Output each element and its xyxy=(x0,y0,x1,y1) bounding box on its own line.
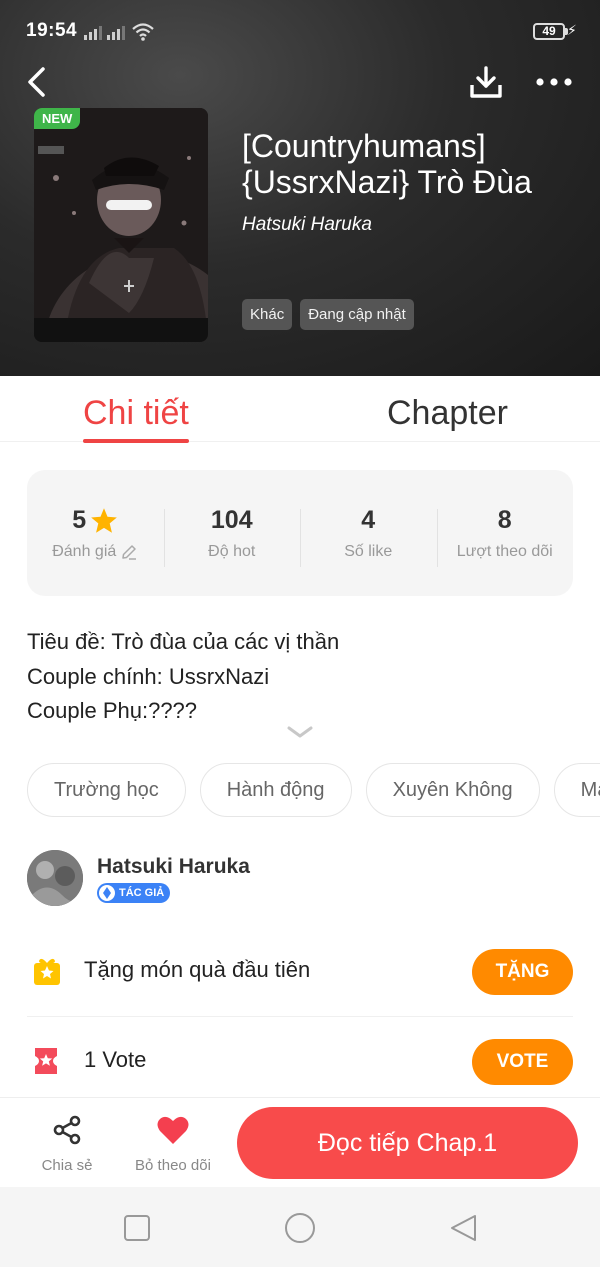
genre-chip[interactable]: Trường học xyxy=(27,763,186,817)
hot-label: Độ hot xyxy=(208,543,256,560)
chevron-down-icon xyxy=(287,726,313,738)
genre-chip[interactable]: Xuyên Không xyxy=(365,763,540,817)
square-icon xyxy=(124,1215,150,1241)
pen-icon xyxy=(99,885,115,901)
author-role-text: TÁC GIẢ xyxy=(119,887,165,899)
author-avatar[interactable] xyxy=(27,850,83,906)
screen: 19:54 49 ⚡ NEW [Countryhumans] {UssrxNaz… xyxy=(0,0,600,1267)
system-back-button[interactable] xyxy=(448,1213,478,1243)
status-bar: 19:54 49 ⚡ xyxy=(0,0,600,64)
unfollow-button[interactable]: Bỏ theo dõi xyxy=(128,1114,218,1174)
vote-button[interactable]: VOTE xyxy=(472,1039,573,1085)
circle-icon xyxy=(285,1213,315,1243)
charging-icon: ⚡ xyxy=(567,22,577,38)
followers-value: 8 xyxy=(497,505,512,534)
download-icon xyxy=(470,66,502,98)
tag-category[interactable]: Khác xyxy=(242,299,293,330)
tab-bar: Chi tiết Chapter xyxy=(0,376,600,443)
wifi-icon xyxy=(132,23,154,41)
genre-chip[interactable]: Mạo xyxy=(553,763,600,817)
rating-value: 5 xyxy=(72,505,87,534)
book-hero: 19:54 49 ⚡ NEW [Countryhumans] {UssrxNaz… xyxy=(0,0,600,376)
likes-label: Số like xyxy=(344,543,393,560)
likes-value: 4 xyxy=(361,505,376,534)
gift-label: Tặng món quà đầu tiên xyxy=(84,957,311,982)
genre-chip[interactable]: Hành động xyxy=(199,763,352,817)
hot-value: 104 xyxy=(210,505,253,534)
back-button[interactable] xyxy=(16,62,56,102)
tag-status: Đang cập nhật xyxy=(300,299,414,330)
edit-pencil-icon xyxy=(122,545,137,560)
triangle-back-icon xyxy=(451,1215,476,1241)
home-button[interactable] xyxy=(284,1212,316,1244)
expand-description-button[interactable] xyxy=(286,724,314,745)
vote-row: 1 Vote VOTE xyxy=(27,1017,573,1107)
stats-card: 5 Đánh giá 104 Độ hot 4 Số like 8 Lượt t… xyxy=(27,470,573,596)
battery-icon: 49 xyxy=(533,23,565,40)
download-button[interactable] xyxy=(466,62,506,102)
rating-label: Đánh giá xyxy=(52,543,117,560)
new-badge: NEW xyxy=(34,108,81,129)
book-tags: Khác Đang cập nhật xyxy=(242,299,414,330)
share-button[interactable]: Chia sẻ xyxy=(22,1114,112,1174)
book-title: [Countryhumans] {UssrxNazi} Trò Đùa xyxy=(242,128,532,200)
recent-apps-button[interactable] xyxy=(122,1213,152,1243)
author-name[interactable]: Hatsuki Haruka xyxy=(97,855,250,879)
gift-button[interactable]: TẶNG xyxy=(472,949,573,995)
share-icon xyxy=(53,1115,81,1145)
book-description: Tiêu đề: Trò đùa của các vị thần Couple … xyxy=(27,625,339,729)
vote-count: 1 Vote xyxy=(84,1047,147,1072)
book-author[interactable]: Hatsuki Haruka xyxy=(242,214,372,236)
signal-icon xyxy=(107,24,125,40)
cover-art xyxy=(34,108,208,342)
gift-row: Tặng món quà đầu tiên TẶNG xyxy=(27,927,573,1017)
status-time: 19:54 xyxy=(26,20,78,41)
tab-chapter[interactable]: Chapter xyxy=(387,394,508,433)
signal-icon xyxy=(84,24,102,40)
author-row[interactable]: Hatsuki Haruka TÁC GIẢ xyxy=(27,850,573,910)
stat-likes: 4 Số like xyxy=(300,505,437,567)
chevron-left-icon xyxy=(28,67,45,97)
more-options-button[interactable] xyxy=(534,62,574,102)
stat-followers: 8 Lượt theo dõi xyxy=(436,505,574,567)
avatar-art xyxy=(27,850,83,906)
stat-rating[interactable]: 5 Đánh giá xyxy=(27,505,164,561)
genre-list: Trường học Hành động Xuyên Không Mạo xyxy=(27,763,600,817)
heart-icon xyxy=(157,1116,189,1144)
description-line: Couple chính: UssrxNazi xyxy=(27,663,270,689)
description-line: Tiêu đề: Trò đùa của các vị thần xyxy=(27,629,340,654)
continue-reading-button[interactable]: Đọc tiếp Chap.1 xyxy=(237,1107,578,1179)
followers-label: Lượt theo dõi xyxy=(456,543,553,560)
gift-icon xyxy=(34,958,60,985)
book-cover[interactable]: NEW xyxy=(34,108,208,342)
bottom-action-bar: Chia sẻ Bỏ theo dõi Đọc tiếp Chap.1 xyxy=(0,1097,600,1187)
vote-ticket-icon xyxy=(35,1048,57,1074)
star-icon xyxy=(91,507,118,533)
unfollow-label: Bỏ theo dõi xyxy=(135,1157,211,1174)
author-role-badge: TÁC GIẢ xyxy=(97,883,171,903)
system-nav-bar xyxy=(0,1187,600,1267)
more-icon xyxy=(536,78,572,86)
share-label: Chia sẻ xyxy=(41,1157,93,1174)
tab-details[interactable]: Chi tiết xyxy=(83,394,189,443)
stat-hot: 104 Độ hot xyxy=(163,505,301,567)
